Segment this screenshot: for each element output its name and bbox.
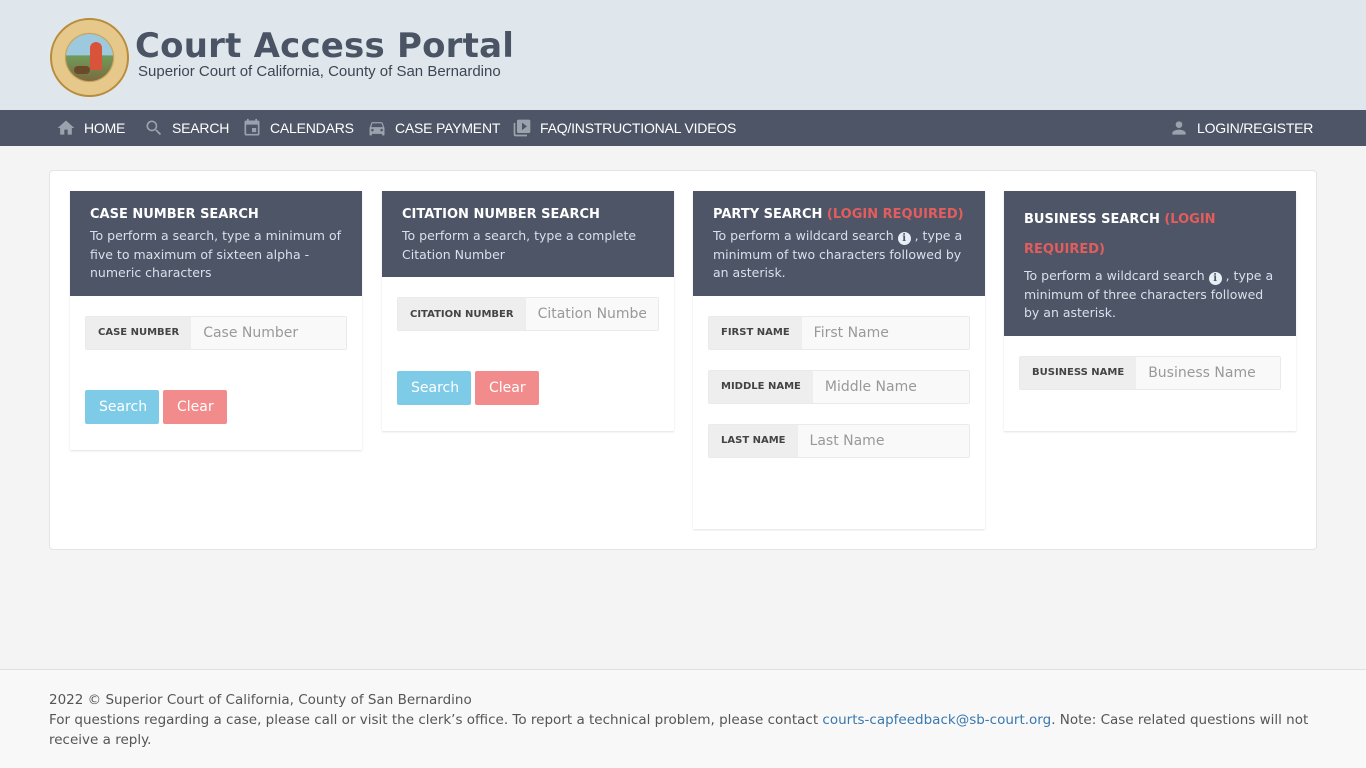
- card-description: To perform a search, type a complete Cit…: [402, 228, 637, 262]
- citation-number-input[interactable]: [525, 298, 658, 330]
- card-title-text: PARTY SEARCH: [713, 207, 823, 222]
- case-number-input[interactable]: [191, 316, 346, 349]
- citation-search-button[interactable]: Search: [397, 371, 471, 405]
- case-number-input-group: CASE NUMBER: [85, 315, 347, 350]
- citation-number-label: CITATION NUMBER: [398, 298, 526, 330]
- card-title: CITATION NUMBER SEARCH: [402, 207, 600, 222]
- business-search-card: BUSINESS SEARCH (LOGIN REQUIRED) To perf…: [1004, 191, 1296, 431]
- nav-faq-videos-label: FAQ/INSTRUCTIONAL VIDEOS: [540, 120, 737, 136]
- nav-login-register[interactable]: LOGIN/REGISTER: [1169, 110, 1313, 146]
- first-name-input[interactable]: [801, 316, 969, 349]
- site-title[interactable]: Court Access Portal: [135, 26, 514, 66]
- nav-faq-videos[interactable]: FAQ/INSTRUCTIONAL VIDEOS: [512, 110, 736, 146]
- citation-number-input-group: CITATION NUMBER: [397, 297, 659, 331]
- card-title: CASE NUMBER SEARCH: [90, 207, 259, 222]
- footer-contact: For questions regarding a case, please c…: [49, 710, 1317, 750]
- info-icon[interactable]: i: [897, 232, 911, 245]
- nav-search-label: SEARCH: [172, 120, 230, 136]
- seal-bear: [74, 66, 90, 74]
- business-name-input-group: BUSINESS NAME: [1019, 355, 1281, 390]
- card-header: PARTY SEARCH (LOGIN REQUIRED) To perform…: [693, 191, 985, 296]
- seal-figure: [90, 42, 102, 70]
- description-text: To perform a wildcard search: [713, 228, 894, 243]
- citation-number-search-card: CITATION NUMBER SEARCH To perform a sear…: [382, 191, 674, 431]
- search-icon: [144, 118, 164, 138]
- video-library-icon: [512, 118, 532, 138]
- footer-copyright: 2022 © Superior Court of California, Cou…: [49, 692, 472, 708]
- main-nav: HOME SEARCH CALENDARS CASE PAYMENT FAQ/I…: [0, 110, 1366, 146]
- card-description: To perform a search, type a minimum of f…: [90, 228, 341, 280]
- feedback-email-link[interactable]: courts-capfeedback@sb-court.org: [822, 712, 1051, 728]
- login-required-label: (LOGIN REQUIRED): [826, 207, 964, 222]
- middle-name-input[interactable]: [812, 370, 969, 403]
- card-description: To perform a wildcard search i , type a …: [1024, 267, 1276, 323]
- card-title: PARTY SEARCH (LOGIN REQUIRED): [713, 205, 965, 225]
- nav-case-payment-label: CASE PAYMENT: [395, 120, 501, 136]
- card-description: To perform a wildcard search i , type a …: [713, 227, 965, 283]
- footer-contact-text: For questions regarding a case, please c…: [49, 712, 823, 728]
- court-seal-logo[interactable]: [50, 18, 129, 97]
- business-name-label: BUSINESS NAME: [1020, 356, 1137, 389]
- nav-case-payment[interactable]: CASE PAYMENT: [367, 110, 500, 146]
- last-name-label: LAST NAME: [709, 424, 798, 457]
- site-footer: 2022 © Superior Court of California, Cou…: [0, 669, 1366, 768]
- card-header: CITATION NUMBER SEARCH To perform a sear…: [382, 191, 674, 277]
- calendar-icon: [242, 118, 262, 138]
- case-number-label: CASE NUMBER: [86, 316, 192, 349]
- case-clear-button[interactable]: Clear: [163, 389, 227, 424]
- card-header: BUSINESS SEARCH (LOGIN REQUIRED) To perf…: [1004, 191, 1296, 336]
- nav-login-register-label: LOGIN/REGISTER: [1197, 120, 1314, 136]
- business-name-input[interactable]: [1136, 356, 1280, 389]
- card-title: BUSINESS SEARCH (LOGIN REQUIRED): [1024, 205, 1276, 265]
- nav-search[interactable]: SEARCH: [144, 110, 229, 146]
- first-name-label: FIRST NAME: [709, 316, 802, 349]
- site-header: Court Access Portal Superior Court of Ca…: [0, 0, 1366, 110]
- description-text: To perform a wildcard search: [1024, 268, 1205, 283]
- nav-calendars-label: CALENDARS: [270, 120, 354, 136]
- middle-name-label: MIDDLE NAME: [709, 370, 813, 403]
- middle-name-input-group: MIDDLE NAME: [708, 369, 970, 404]
- card-header: CASE NUMBER SEARCH To perform a search, …: [70, 191, 362, 296]
- info-icon[interactable]: i: [1208, 272, 1222, 285]
- party-search-card: PARTY SEARCH (LOGIN REQUIRED) To perform…: [693, 191, 985, 529]
- nav-calendars[interactable]: CALENDARS: [242, 110, 354, 146]
- nav-home-label: HOME: [84, 120, 126, 136]
- card-title-text: BUSINESS SEARCH: [1024, 212, 1160, 227]
- user-icon: [1169, 118, 1189, 138]
- case-number-search-card: CASE NUMBER SEARCH To perform a search, …: [70, 191, 362, 450]
- last-name-input-group: LAST NAME: [708, 423, 970, 458]
- nav-home[interactable]: HOME: [56, 110, 125, 146]
- case-search-button[interactable]: Search: [85, 389, 159, 424]
- last-name-input[interactable]: [797, 424, 969, 457]
- site-subtitle: Superior Court of California, County of …: [138, 63, 501, 80]
- home-icon: [56, 118, 76, 138]
- citation-clear-button[interactable]: Clear: [475, 371, 539, 405]
- car-icon: [367, 118, 387, 138]
- first-name-input-group: FIRST NAME: [708, 315, 970, 350]
